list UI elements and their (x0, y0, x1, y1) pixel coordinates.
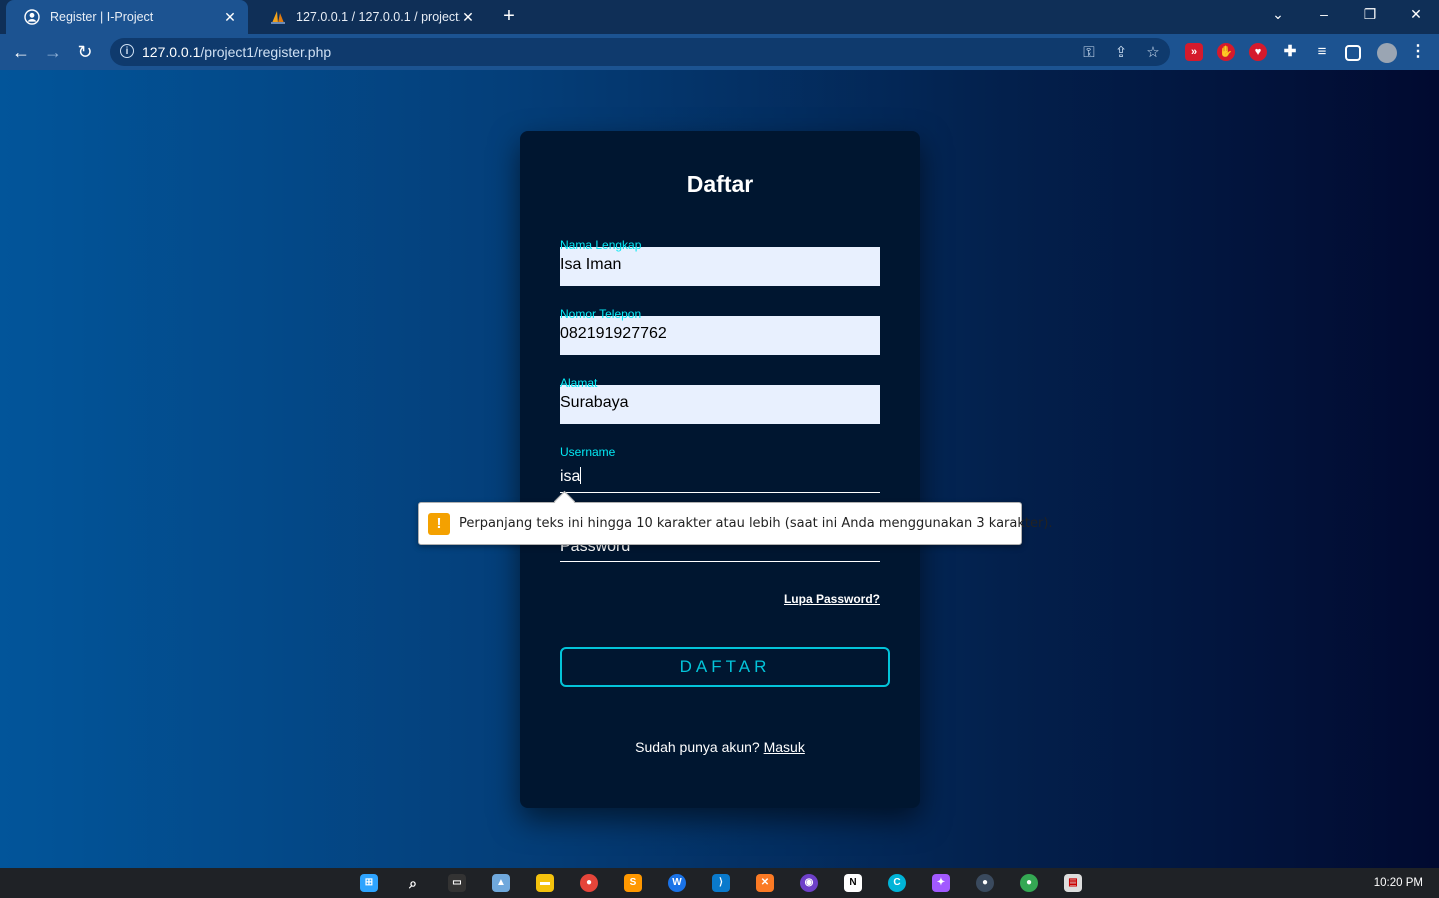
nomor-telepon-input[interactable]: 082191927762 (560, 316, 880, 355)
tab-phpmyadmin[interactable]: 127.0.0.1 / 127.0.0.1 / project1 / l ✕ (252, 0, 486, 34)
username-input[interactable]: isa (560, 463, 880, 493)
register-card: Daftar Isa Iman Nama Lengkap 08219192776… (520, 131, 920, 808)
nomor-telepon-label: Nomor Telepon (560, 307, 642, 321)
menu-kebab-icon[interactable]: ⋮ (1409, 43, 1427, 61)
tab-title: 127.0.0.1 / 127.0.0.1 / project1 / l (296, 10, 460, 24)
extensions-puzzle-icon[interactable]: ✚ (1281, 43, 1299, 61)
start-icon[interactable]: ⊞ (360, 874, 378, 892)
xampp-icon[interactable]: ✕ (756, 874, 774, 892)
search-icon[interactable]: ⌕ (404, 874, 422, 892)
url-text: 127.0.0.1/project1/register.php (142, 44, 332, 60)
chrome-profile-icon[interactable]: ● (976, 874, 994, 892)
account-circle-icon (24, 9, 40, 25)
tooltip-message: Perpanjang teks ini hingga 10 karakter a… (459, 516, 1053, 531)
sublime-icon[interactable]: S (624, 874, 642, 892)
chrome-icon[interactable]: ● (580, 874, 598, 892)
username-label: Username (560, 445, 616, 459)
tab-search-icon[interactable]: ⌄ (1268, 6, 1288, 23)
vscode-icon[interactable]: ⟩ (712, 874, 730, 892)
minimize-icon[interactable]: – (1314, 6, 1334, 22)
bookmark-star-icon[interactable]: ☆ (1144, 44, 1162, 62)
reload-icon[interactable]: ↻ (74, 41, 96, 63)
file-explorer-icon[interactable]: ▬ (536, 874, 554, 892)
share-icon[interactable]: ⇪ (1112, 44, 1130, 62)
extension-red-icon[interactable]: » (1185, 43, 1203, 61)
text-caret (580, 467, 582, 484)
alamat-input[interactable]: Surabaya (560, 385, 880, 424)
extension-hand-icon[interactable]: ✋ (1217, 43, 1235, 61)
photos-icon[interactable]: ▲ (492, 874, 510, 892)
windows-taskbar: ⊞ ⌕ ▭ ▲ ▬ ● S W ⟩ ✕ ◉ N C ✦ ● ● ▤ 10:20 … (0, 868, 1439, 898)
extension-heart-icon[interactable]: ♥ (1249, 43, 1267, 61)
alamat-label: Alamat (560, 376, 598, 390)
chrome-alt-icon[interactable]: ● (1020, 874, 1038, 892)
close-tab-icon[interactable]: ✕ (460, 9, 476, 26)
terminal-icon[interactable]: ▭ (448, 874, 466, 892)
login-prompt: Sudah punya akun? Masuk (635, 739, 805, 755)
page-background: Daftar Isa Iman Nama Lengkap 08219192776… (0, 70, 1439, 868)
media-queue-icon[interactable]: ≡ (1313, 43, 1331, 61)
canva-icon[interactable]: C (888, 874, 906, 892)
taskbar-clock[interactable]: 10:20 PM (1374, 877, 1423, 889)
tab-title: Register | I-Project (50, 10, 154, 24)
phpmyadmin-sail-icon (270, 9, 286, 25)
warning-icon: ! (428, 513, 450, 535)
key-icon[interactable]: ⚿ (1080, 44, 1098, 62)
browser-toolbar: ← → ↻ i 127.0.0.1/project1/register.php … (0, 34, 1439, 70)
nama-lengkap-label: Nama Lengkap (560, 238, 642, 252)
daftar-submit-button[interactable]: DAFTAR (560, 647, 890, 687)
side-panel-icon[interactable] (1345, 45, 1361, 61)
masuk-link[interactable]: Masuk (764, 739, 805, 755)
site-info-icon[interactable]: i (120, 44, 134, 58)
app-misc-icon[interactable]: ▤ (1064, 874, 1082, 892)
close-window-icon[interactable]: ✕ (1406, 6, 1426, 23)
github-icon[interactable]: ◉ (800, 874, 818, 892)
new-tab-button[interactable]: + (498, 5, 520, 27)
app-w-icon[interactable]: W (668, 874, 686, 892)
notion-icon[interactable]: N (844, 874, 862, 892)
back-icon[interactable]: ← (10, 41, 32, 63)
profile-avatar-icon[interactable] (1377, 43, 1397, 63)
nama-lengkap-input[interactable]: Isa Iman (560, 247, 880, 286)
figma-icon[interactable]: ✦ (932, 874, 950, 892)
forward-icon[interactable]: → (42, 41, 64, 63)
restore-icon[interactable]: ❐ (1360, 6, 1380, 23)
browser-tab-strip: Register | I-Project ✕ 127.0.0.1 / 127.0… (0, 0, 1439, 34)
tab-register[interactable]: Register | I-Project ✕ (6, 0, 248, 34)
close-tab-icon[interactable]: ✕ (222, 9, 238, 26)
form-title: Daftar (686, 171, 754, 197)
forgot-password-link[interactable]: Lupa Password? (784, 592, 880, 606)
address-bar[interactable]: i 127.0.0.1/project1/register.php ⚿ ⇪ ☆ (110, 38, 1170, 66)
validation-tooltip: ! Perpanjang teks ini hingga 10 karakter… (418, 490, 1053, 545)
